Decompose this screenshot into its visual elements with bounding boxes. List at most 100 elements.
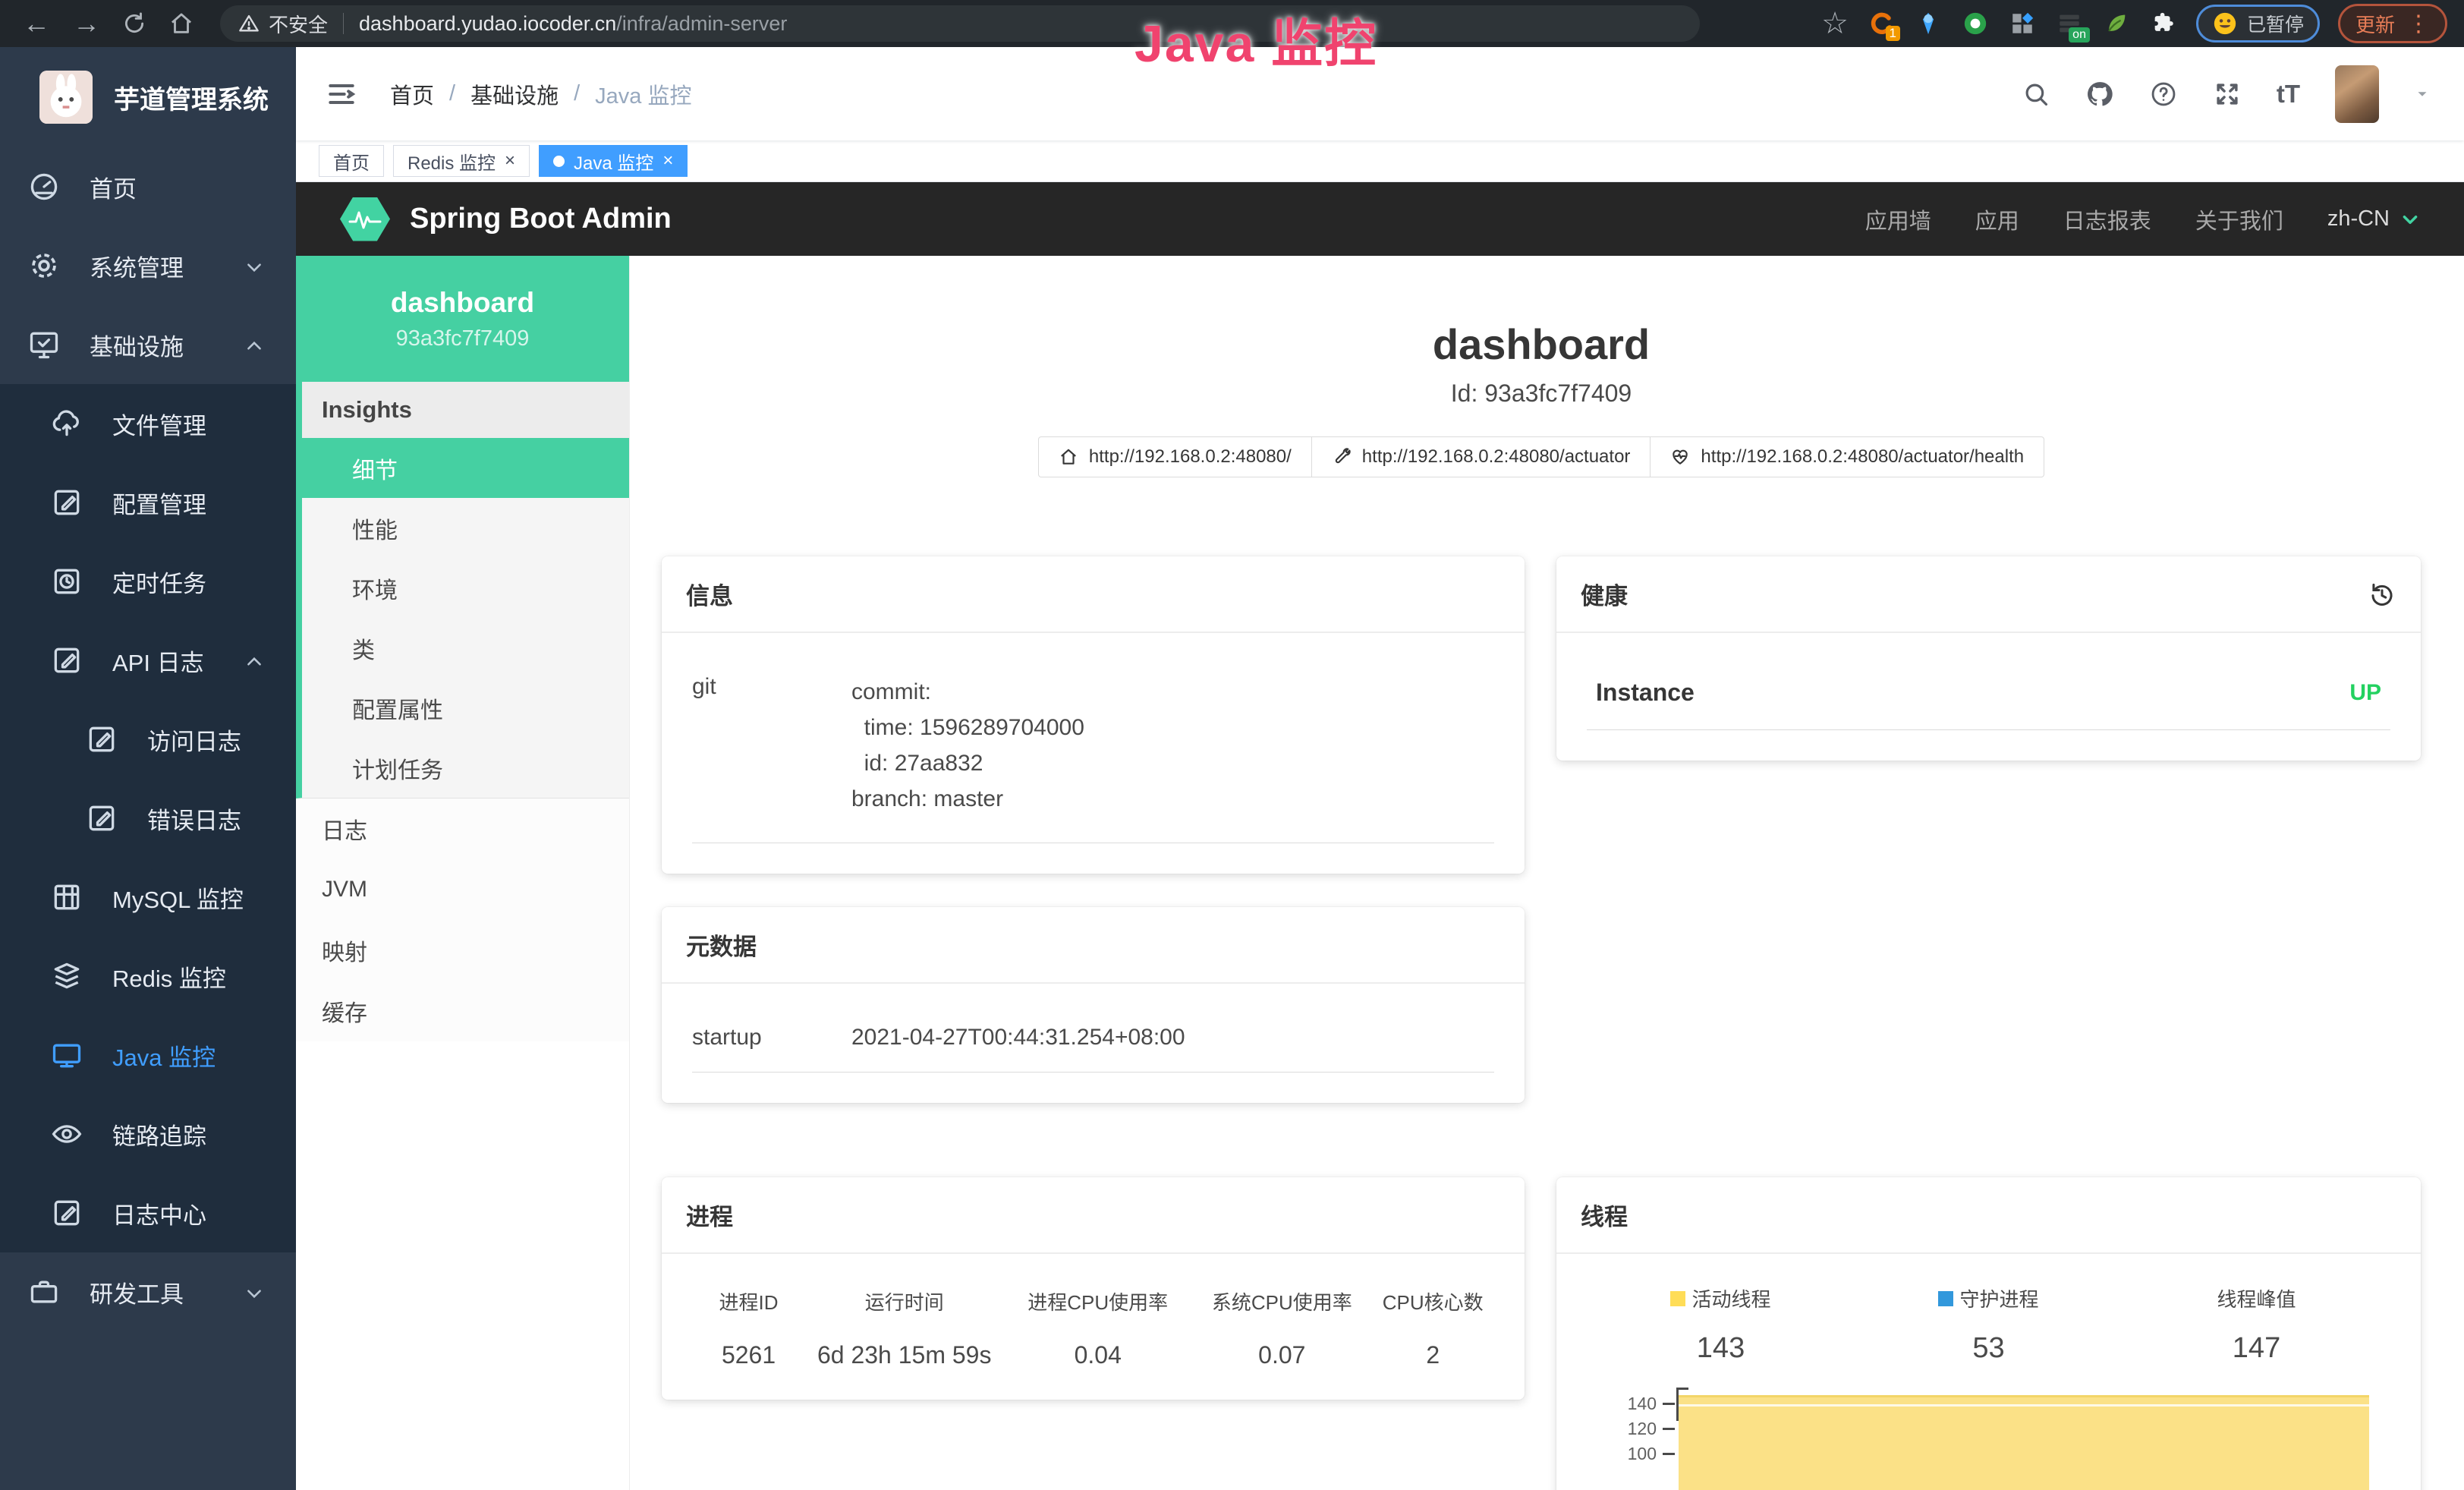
sidebar-item-redis-monitor[interactable]: Redis 监控 bbox=[0, 937, 296, 1016]
y-tickmark bbox=[1663, 1428, 1675, 1430]
instance-actuator-url[interactable]: http://192.168.0.2:48080/actuator bbox=[1311, 436, 1651, 477]
sidebar-item-config-manage[interactable]: 配置管理 bbox=[0, 463, 296, 542]
sba-item-mappings[interactable]: 映射 bbox=[296, 920, 629, 981]
sba-language-select[interactable]: zh-CN bbox=[2327, 206, 2420, 232]
app-logo-row[interactable]: 芋道管理系统 bbox=[0, 47, 296, 147]
breadcrumb-home[interactable]: 首页 bbox=[390, 78, 434, 110]
ext-list-on-icon[interactable]: on bbox=[2055, 9, 2084, 38]
ext-orange-icon[interactable]: 1 bbox=[1867, 9, 1896, 38]
sba-item-details[interactable]: 细节 bbox=[302, 438, 629, 498]
sidebar-item-error-log[interactable]: 错误日志 bbox=[0, 779, 296, 858]
daemon-threads-value: 53 bbox=[1855, 1332, 2123, 1365]
sba-item-logging[interactable]: 日志 bbox=[296, 799, 629, 859]
sba-item-scheduled-tasks[interactable]: 计划任务 bbox=[302, 738, 629, 798]
sba-item-environment[interactable]: 环境 bbox=[302, 558, 629, 618]
profile-paused-pill[interactable]: 已暂停 bbox=[2196, 5, 2320, 43]
browser-back-icon[interactable]: ← bbox=[23, 10, 50, 37]
file-upload-icon bbox=[50, 407, 83, 440]
threads-panel: 线程 活动线程 143 守护进程 bbox=[1556, 1177, 2421, 1490]
user-menu-caret-icon[interactable] bbox=[2414, 86, 2431, 102]
sba-nav-journal[interactable]: 日志报表 bbox=[2063, 203, 2151, 235]
sba-nav-about[interactable]: 关于我们 bbox=[2195, 203, 2283, 235]
bookmark-star-icon[interactable]: ☆ bbox=[1821, 8, 1849, 39]
security-label[interactable]: 不安全 bbox=[269, 10, 328, 38]
ext-green-circle-icon[interactable] bbox=[1961, 9, 1990, 38]
chart-area-live-threads bbox=[1679, 1395, 2369, 1490]
breadcrumb-infrastructure[interactable]: 基础设施 bbox=[470, 78, 559, 110]
browser-reload-icon[interactable] bbox=[121, 11, 147, 36]
extensions-puzzle-icon[interactable] bbox=[2149, 9, 2178, 38]
close-icon[interactable]: × bbox=[662, 152, 673, 170]
chevron-down-icon bbox=[2400, 209, 2420, 229]
sba-item-caches[interactable]: 缓存 bbox=[296, 981, 629, 1041]
sba-instance-header[interactable]: dashboard 93a3fc7f7409 bbox=[296, 256, 629, 382]
sidebar-item-java-monitor[interactable]: Java 监控 bbox=[0, 1016, 296, 1095]
sba-nav-applications[interactable]: 应用 bbox=[1975, 203, 2019, 235]
sidebar-item-access-log[interactable]: 访问日志 bbox=[0, 700, 296, 779]
chevron-up-icon bbox=[244, 335, 264, 354]
active-tab-dot bbox=[553, 156, 565, 167]
info-panel: 信息 git commit: time: 1596289704000 id: 2… bbox=[662, 556, 1525, 874]
health-panel-title: 健康 bbox=[1581, 577, 1628, 611]
tab-redis-monitor[interactable]: Redis 监控 × bbox=[393, 145, 530, 177]
search-icon[interactable] bbox=[2022, 80, 2050, 109]
browser-home-icon[interactable] bbox=[168, 11, 194, 36]
hamburger-icon[interactable] bbox=[325, 77, 358, 111]
sidebar-item-api-log[interactable]: API 日志 bbox=[0, 621, 296, 700]
heartbeat-icon bbox=[1670, 447, 1690, 467]
github-icon[interactable] bbox=[2085, 80, 2114, 109]
app-title: 芋道管理系统 bbox=[114, 79, 269, 116]
tab-java-monitor[interactable]: Java 监控 × bbox=[539, 145, 688, 177]
process-header-system-cpu: 系统CPU使用率 bbox=[1197, 1287, 1367, 1315]
close-icon[interactable]: × bbox=[505, 152, 515, 170]
ext-leaf-icon[interactable] bbox=[2102, 9, 2131, 38]
sidebar-item-log-center[interactable]: 日志中心 bbox=[0, 1173, 296, 1252]
ext-grid-icon[interactable] bbox=[2008, 9, 2037, 38]
process-value-process-cpu: 0.04 bbox=[1008, 1341, 1188, 1369]
browser-forward-icon[interactable]: → bbox=[73, 10, 100, 37]
browser-menu-icon[interactable]: ⋮ bbox=[2407, 11, 2430, 37]
sba-item-metrics[interactable]: 性能 bbox=[302, 498, 629, 558]
sidebar-item-mysql-monitor[interactable]: MySQL 监控 bbox=[0, 858, 296, 937]
sidebar-item-home[interactable]: 首页 bbox=[0, 147, 296, 226]
address-bar[interactable]: 不安全 dashboard.yudao.iocoder.cn/infra/adm… bbox=[220, 5, 1700, 42]
user-avatar[interactable] bbox=[2335, 65, 2379, 123]
tab-home[interactable]: 首页 bbox=[319, 145, 384, 177]
history-icon[interactable] bbox=[2368, 580, 2396, 609]
y-tick-140: 140 bbox=[1587, 1394, 1657, 1414]
instance-service-url[interactable]: http://192.168.0.2:48080/ bbox=[1038, 436, 1312, 477]
sba-nav-wallboard[interactable]: 应用墙 bbox=[1865, 203, 1931, 235]
live-threads-value: 143 bbox=[1587, 1332, 1855, 1365]
chrome-update-button[interactable]: 更新 ⋮ bbox=[2338, 4, 2447, 43]
app-shell: 芋道管理系统 首页 系统管理 基础设施 文件管理 bbox=[0, 47, 2464, 1490]
security-warning-icon[interactable] bbox=[238, 13, 260, 34]
chevron-up-icon bbox=[244, 650, 264, 670]
process-header-pid: 进程ID bbox=[697, 1287, 801, 1315]
spring-boot-admin-logo-icon[interactable] bbox=[340, 197, 390, 241]
wrench-icon bbox=[1332, 447, 1352, 467]
help-icon[interactable] bbox=[2149, 80, 2178, 109]
app-sidebar: 芋道管理系统 首页 系统管理 基础设施 文件管理 bbox=[0, 47, 296, 1490]
sidebar-item-system[interactable]: 系统管理 bbox=[0, 226, 296, 305]
threads-chart: 140 120 100 bbox=[1587, 1388, 2390, 1490]
sba-insights-group: Insights 细节 性能 环境 类 配置属性 计划任务 bbox=[296, 382, 629, 799]
sidebar-item-dev-tools[interactable]: 研发工具 bbox=[0, 1252, 296, 1331]
sidebar-item-scheduled-task[interactable]: 定时任务 bbox=[0, 542, 296, 621]
sba-main: dashboard Id: 93a3fc7f7409 http://192.16… bbox=[630, 256, 2464, 1490]
fullscreen-icon[interactable] bbox=[2213, 80, 2242, 109]
browser-right-cluster: ☆ 1 on bbox=[1821, 4, 2447, 43]
sidebar-item-infrastructure[interactable]: 基础设施 bbox=[0, 305, 296, 384]
gear-icon bbox=[27, 249, 61, 282]
sidebar-item-trace[interactable]: 链路追踪 bbox=[0, 1095, 296, 1173]
sidebar-item-file-manage[interactable]: 文件管理 bbox=[0, 384, 296, 463]
ext-pin-icon[interactable] bbox=[1914, 9, 1943, 38]
font-size-icon[interactable]: tT bbox=[2277, 80, 2300, 109]
threads-stats: 活动线程 143 守护进程 53 线程峰值 bbox=[1587, 1283, 2390, 1365]
sba-item-jvm[interactable]: JVM bbox=[296, 859, 629, 920]
status-badge: UP bbox=[2349, 680, 2381, 706]
sba-item-config-props[interactable]: 配置属性 bbox=[302, 678, 629, 738]
sba-item-classes[interactable]: 类 bbox=[302, 618, 629, 678]
instance-health-url[interactable]: http://192.168.0.2:48080/actuator/health bbox=[1650, 436, 2044, 477]
sba-group-insights[interactable]: Insights bbox=[302, 382, 629, 438]
sba-brand[interactable]: Spring Boot Admin bbox=[410, 203, 672, 235]
